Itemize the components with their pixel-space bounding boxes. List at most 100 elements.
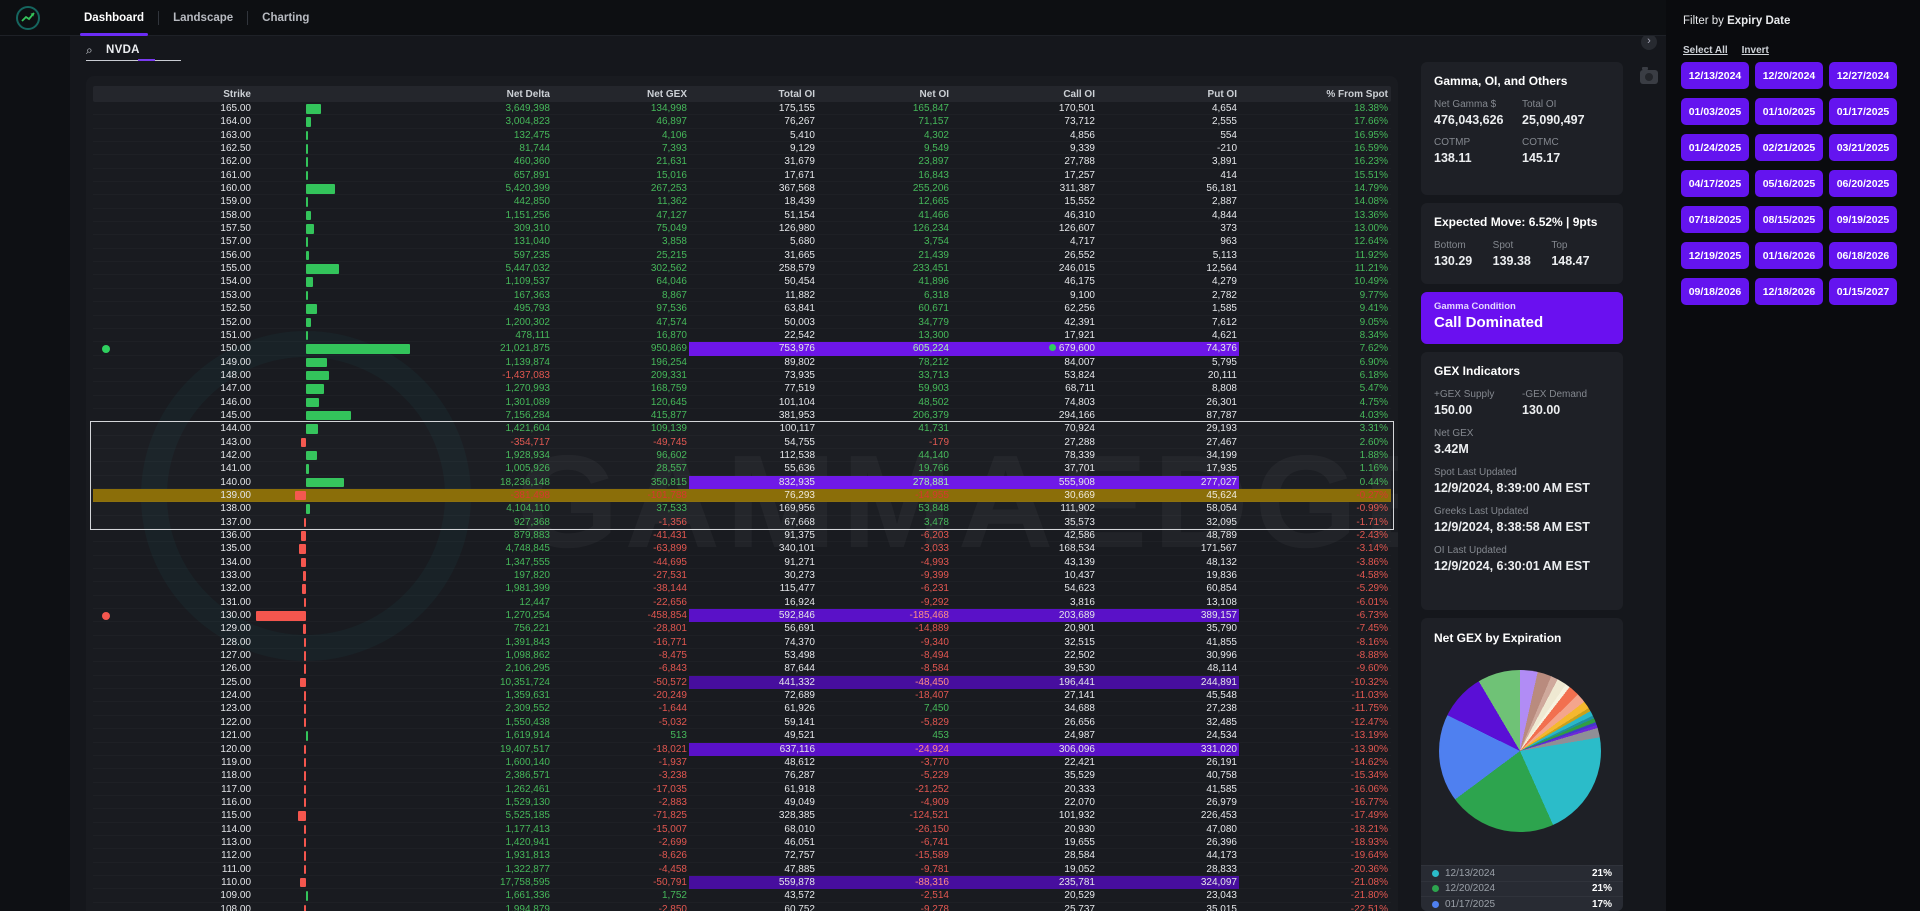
table-row[interactable]: 122.00 1,550,438 -5,032 59,141 -5,829 26… bbox=[93, 716, 1391, 729]
table-row[interactable]: 142.00 1,928,934 96,602 112,538 44,140 7… bbox=[93, 449, 1391, 462]
table-row[interactable]: 165.00 3,649,398 134,998 175,155 165,847… bbox=[93, 102, 1391, 115]
screenshot-camera-icon[interactable] bbox=[1640, 67, 1658, 84]
ticker-search[interactable]: ⌕ NVDA bbox=[86, 41, 181, 61]
table-row[interactable]: 129.00 756,221 -28,801 56,691 -14,889 20… bbox=[93, 622, 1391, 635]
expiry-date-button[interactable]: 01/16/2026 bbox=[1755, 242, 1823, 269]
table-row[interactable]: 120.00 19,407,517 -18,021 637,116 -24,92… bbox=[93, 742, 1391, 756]
table-row[interactable]: 162.50 81,744 7,393 9,129 9,549 9,339 -2… bbox=[93, 142, 1391, 155]
table-row[interactable]: 157.00 131,040 3,858 5,680 3,754 4,717 9… bbox=[93, 235, 1391, 248]
strike-cell: 116.00 bbox=[221, 796, 251, 808]
table-row[interactable]: 160.00 5,420,399 267,253 367,568 255,206… bbox=[93, 182, 1391, 195]
expiry-date-button[interactable]: 02/21/2025 bbox=[1755, 134, 1823, 161]
table-row[interactable]: 163.00 132,475 4,106 5,410 4,302 4,856 5… bbox=[93, 129, 1391, 142]
call-oi-cell: 54,623 bbox=[1064, 583, 1095, 595]
table-row[interactable]: 140.00 18,236,148 350,815 832,935 278,88… bbox=[93, 475, 1391, 489]
invert-link[interactable]: Invert bbox=[1742, 45, 1769, 56]
expiry-date-button[interactable]: 03/21/2025 bbox=[1829, 134, 1897, 161]
net-gex-pie-chart[interactable] bbox=[1439, 670, 1601, 832]
table-row[interactable]: 137.00 927,368 -1,356 67,668 3,478 35,57… bbox=[93, 516, 1391, 529]
table-row[interactable]: 124.00 1,359,631 -20,249 72,689 -18,407 … bbox=[93, 689, 1391, 702]
table-row[interactable]: 162.00 460,360 21,631 31,679 23,897 27,7… bbox=[93, 155, 1391, 168]
table-row[interactable]: 118.00 2,386,571 -3,238 76,287 -5,229 35… bbox=[93, 769, 1391, 782]
table-row[interactable]: 150.00 21,021,875 950,869 753,976 605,22… bbox=[93, 342, 1391, 356]
table-row[interactable]: 115.00 5,525,185 -71,825 328,385 -124,52… bbox=[93, 809, 1391, 822]
expiry-date-button[interactable]: 09/18/2026 bbox=[1681, 278, 1749, 305]
table-row[interactable]: 152.00 1,200,302 47,574 50,003 34,779 42… bbox=[93, 316, 1391, 329]
collapse-sidebar-button[interactable]: › bbox=[1641, 34, 1657, 50]
table-row[interactable]: 153.00 167,363 8,867 11,882 6,318 9,100 … bbox=[93, 289, 1391, 302]
table-row[interactable]: 125.00 10,351,724 -50,572 441,332 -48,45… bbox=[93, 675, 1391, 690]
table-row[interactable]: 130.00 1,270,254 -458,854 592,846 -185,4… bbox=[93, 609, 1391, 623]
table-row[interactable]: 111.00 1,322,877 -4,458 47,885 -9,781 19… bbox=[93, 863, 1391, 876]
table-row[interactable]: 110.00 17,758,595 -50,791 559,878 -88,31… bbox=[93, 875, 1391, 890]
table-row[interactable]: 155.00 5,447,032 302,562 258,579 233,451… bbox=[93, 262, 1391, 275]
expiry-date-button[interactable]: 01/24/2025 bbox=[1681, 134, 1749, 161]
expiry-date-button[interactable]: 12/18/2026 bbox=[1755, 278, 1823, 305]
table-row[interactable]: 113.00 1,420,941 -2,699 46,051 -6,741 19… bbox=[93, 836, 1391, 849]
gex-bar-cell bbox=[253, 155, 413, 168]
expiry-date-button[interactable]: 06/18/2026 bbox=[1829, 242, 1897, 269]
expiry-date-button[interactable]: 12/20/2024 bbox=[1755, 62, 1823, 89]
table-row[interactable]: 138.00 4,104,110 37,533 169,956 53,848 1… bbox=[93, 502, 1391, 515]
table-row[interactable]: 109.00 1,661,336 1,752 43,572 -2,514 20,… bbox=[93, 889, 1391, 902]
table-row[interactable]: 127.00 1,098,862 -8,475 53,498 -8,494 22… bbox=[93, 649, 1391, 662]
expiry-date-button[interactable]: 12/13/2024 bbox=[1681, 62, 1749, 89]
table-row[interactable]: 139.00 -381,498 -101,788 76,293 -14,955 … bbox=[93, 488, 1391, 503]
table-row[interactable]: 154.00 1,109,537 64,046 50,454 41,896 46… bbox=[93, 275, 1391, 288]
expiry-date-button[interactable]: 12/27/2024 bbox=[1829, 62, 1897, 89]
expiry-date-button[interactable]: 05/16/2025 bbox=[1755, 170, 1823, 197]
table-row[interactable]: 156.00 597,235 25,215 31,665 21,439 26,5… bbox=[93, 249, 1391, 262]
stat-greeks-updated: Greeks Last Updated 12/9/2024, 8:38:58 A… bbox=[1434, 506, 1590, 534]
net-oi-cell: -8,494 bbox=[920, 650, 949, 662]
app-logo-icon[interactable] bbox=[16, 6, 40, 30]
table-row[interactable]: 128.00 1,391,843 -16,771 74,370 -9,340 3… bbox=[93, 636, 1391, 649]
expiry-date-button[interactable]: 12/19/2025 bbox=[1681, 242, 1749, 269]
expiry-date-button[interactable]: 01/15/2027 bbox=[1829, 278, 1897, 305]
table-row[interactable]: 145.00 7,156,284 415,877 381,953 206,379… bbox=[93, 409, 1391, 422]
expiry-date-button[interactable]: 01/10/2025 bbox=[1755, 98, 1823, 125]
table-row[interactable]: 147.00 1,270,993 168,759 77,519 59,903 6… bbox=[93, 382, 1391, 395]
table-row[interactable]: 159.00 442,850 11,362 18,439 12,665 15,5… bbox=[93, 195, 1391, 208]
table-row[interactable]: 126.00 2,106,295 -6,843 87,644 -8,584 39… bbox=[93, 662, 1391, 675]
expiry-date-button[interactable]: 09/19/2025 bbox=[1829, 206, 1897, 233]
table-row[interactable]: 146.00 1,301,089 120,645 101,104 48,502 … bbox=[93, 396, 1391, 409]
expiry-date-button[interactable]: 01/17/2025 bbox=[1829, 98, 1897, 125]
table-row[interactable]: 117.00 1,262,461 -17,035 61,918 -21,252 … bbox=[93, 783, 1391, 796]
expiry-date-button[interactable]: 01/03/2025 bbox=[1681, 98, 1749, 125]
table-row[interactable]: 148.00 -1,437,083 209,331 73,935 33,713 … bbox=[93, 369, 1391, 382]
table-row[interactable]: 149.00 1,139,874 196,254 89,802 78,212 8… bbox=[93, 356, 1391, 369]
expiry-date-button[interactable]: 06/20/2025 bbox=[1829, 170, 1897, 197]
net-delta-cell: -381,498 bbox=[510, 489, 550, 501]
table-row[interactable]: 134.00 1,347,555 -44,695 91,271 -4,993 4… bbox=[93, 556, 1391, 569]
table-row[interactable]: 161.00 657,891 15,016 17,671 16,843 17,2… bbox=[93, 169, 1391, 182]
table-row[interactable]: 158.00 1,151,256 47,127 51,154 41,466 46… bbox=[93, 209, 1391, 222]
tab-charting[interactable]: Charting bbox=[248, 0, 323, 36]
select-all-link[interactable]: Select All bbox=[1683, 45, 1728, 56]
expiry-date-button[interactable]: 08/15/2025 bbox=[1755, 206, 1823, 233]
table-row[interactable]: 164.00 3,004,823 46,897 76,267 71,157 73… bbox=[93, 115, 1391, 128]
expiry-date-button[interactable]: 07/18/2025 bbox=[1681, 206, 1749, 233]
table-row[interactable]: 141.00 1,005,926 28,557 55,636 19,766 37… bbox=[93, 462, 1391, 475]
table-row[interactable]: 116.00 1,529,130 -2,883 49,049 -4,909 22… bbox=[93, 796, 1391, 809]
tab-dashboard[interactable]: Dashboard bbox=[70, 0, 158, 36]
table-row[interactable]: 144.00 1,421,604 109,139 100,117 41,731 … bbox=[93, 422, 1391, 435]
table-row[interactable]: 151.00 478,111 16,870 22,542 13,300 17,9… bbox=[93, 329, 1391, 342]
table-row[interactable]: 123.00 2,309,552 -1,644 61,926 7,450 34,… bbox=[93, 702, 1391, 715]
table-row[interactable]: 112.00 1,931,813 -8,626 72,757 -15,589 2… bbox=[93, 849, 1391, 862]
table-row[interactable]: 121.00 1,619,914 513 49,521 453 24,987 2… bbox=[93, 729, 1391, 742]
table-row[interactable]: 133.00 197,820 -27,531 30,273 -9,399 10,… bbox=[93, 569, 1391, 582]
table-row[interactable]: 119.00 1,600,140 -1,937 48,612 -3,770 22… bbox=[93, 756, 1391, 769]
tab-landscape[interactable]: Landscape bbox=[159, 0, 247, 36]
table-row[interactable]: 114.00 1,177,413 -15,007 68,010 -26,150 … bbox=[93, 823, 1391, 836]
search-input[interactable]: NVDA bbox=[106, 44, 140, 56]
table-row[interactable]: 152.50 495,793 97,536 63,841 60,671 62,2… bbox=[93, 302, 1391, 315]
table-row[interactable]: 131.00 12,447 -22,656 16,924 -9,292 3,81… bbox=[93, 596, 1391, 609]
table-row[interactable]: 135.00 4,748,845 -63,899 340,101 -3,033 … bbox=[93, 542, 1391, 555]
expiry-date-button[interactable]: 04/17/2025 bbox=[1681, 170, 1749, 197]
table-row[interactable]: 157.50 309,310 75,049 126,980 126,234 12… bbox=[93, 222, 1391, 235]
table-row[interactable]: 132.00 1,981,399 -38,144 115,477 -6,231 … bbox=[93, 582, 1391, 595]
table-row[interactable]: 136.00 879,883 -41,431 91,375 -6,203 42,… bbox=[93, 529, 1391, 542]
call-oi-cell: 20,930 bbox=[1064, 823, 1095, 835]
table-row[interactable]: 108.00 1,994,879 -2,850 60,752 -9,278 25… bbox=[93, 903, 1391, 911]
table-row[interactable]: 143.00 -354,717 -49,745 54,755 -179 27,2… bbox=[93, 436, 1391, 449]
